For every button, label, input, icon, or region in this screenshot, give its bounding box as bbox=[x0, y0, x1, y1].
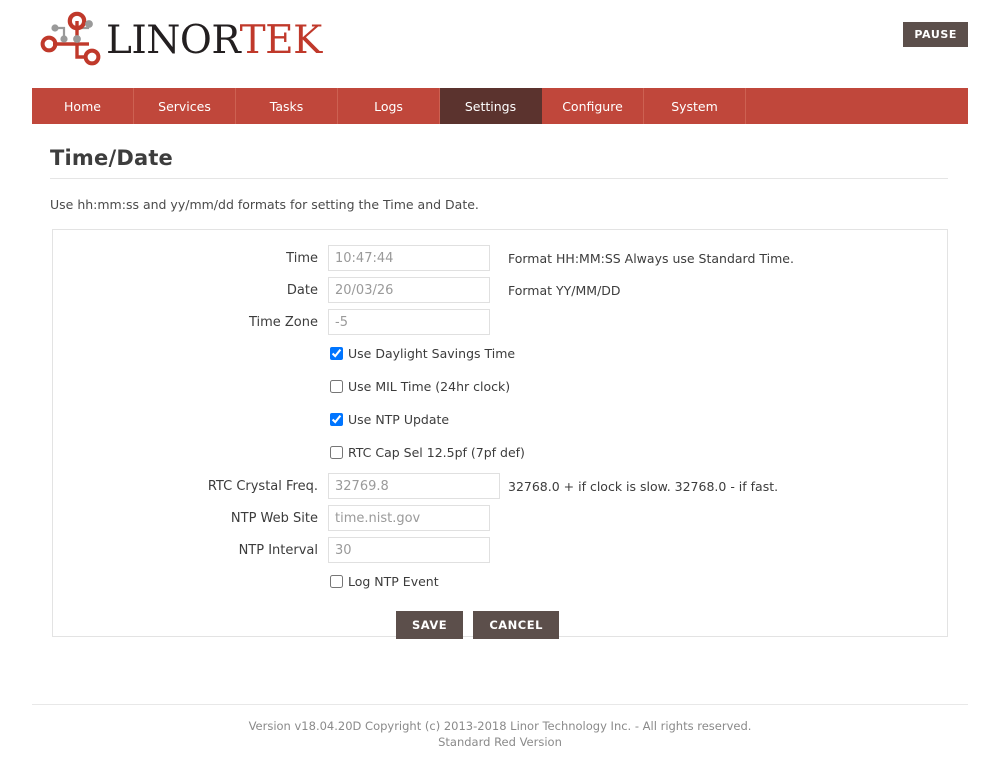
brand-logo[interactable]: LINORTEK bbox=[40, 11, 322, 69]
checkbox-cell-log-ntp: Log NTP Event bbox=[328, 566, 794, 599]
brand-wordmark-accent: TEK bbox=[239, 17, 323, 63]
mil-time-checkbox[interactable] bbox=[330, 379, 343, 393]
form-row-date: Date Format YY/MM/DD bbox=[53, 274, 794, 306]
label-spacer-dst bbox=[53, 338, 328, 371]
field-time-zone bbox=[328, 306, 500, 338]
nav-item-system[interactable]: System bbox=[644, 88, 746, 124]
ntp-update-checkbox[interactable] bbox=[330, 412, 343, 426]
footer-version: Standard Red Version bbox=[438, 734, 562, 749]
hint-ntp-web-site bbox=[500, 502, 794, 534]
hint-ntp-interval bbox=[500, 534, 794, 566]
rtc-crystal-freq-input[interactable] bbox=[328, 473, 500, 499]
label-spacer-mil bbox=[53, 371, 328, 404]
nav-filler bbox=[746, 88, 968, 124]
page-content: Time/Date Use hh:mm:ss and yy/mm/dd form… bbox=[0, 124, 984, 639]
hint-rtc-crystal-freq: 32768.0 + if clock is slow. 32768.0 - if… bbox=[508, 478, 779, 494]
nav-item-home[interactable]: Home bbox=[32, 88, 134, 124]
form-actions: SAVE CANCEL bbox=[328, 599, 794, 641]
log-ntp-event-label: Log NTP Event bbox=[348, 573, 439, 589]
nav-item-logs[interactable]: Logs bbox=[338, 88, 440, 124]
rtc-cap-sel-checkbox[interactable] bbox=[330, 445, 343, 459]
checkbox-cell-mil: Use MIL Time (24hr clock) bbox=[328, 371, 794, 404]
label-spacer-log-ntp bbox=[53, 566, 328, 599]
form-row-rtc-crystal-freq: RTC Crystal Freq. 32768.0 + if clock is … bbox=[53, 470, 794, 502]
label-ntp-web-site: NTP Web Site bbox=[230, 510, 318, 526]
field-ntp-interval bbox=[328, 534, 500, 566]
nav-item-tasks[interactable]: Tasks bbox=[236, 88, 338, 124]
field-ntp-web-site bbox=[328, 502, 500, 534]
checkbox-cell-ntp: Use NTP Update bbox=[328, 404, 794, 437]
hint-time-zone bbox=[500, 306, 794, 338]
checkbox-ntp-update[interactable]: Use NTP Update bbox=[330, 412, 449, 427]
form-row-ntp-update: Use NTP Update bbox=[53, 404, 794, 437]
page-header: LINORTEK PAUSE bbox=[0, 0, 984, 86]
nav-item-settings[interactable]: Settings bbox=[440, 88, 542, 124]
ntp-interval-input[interactable] bbox=[328, 537, 490, 563]
cancel-button[interactable]: CANCEL bbox=[473, 611, 559, 639]
label-rtc-crystal-freq: RTC Crystal Freq. bbox=[207, 478, 318, 494]
checkbox-rtc-cap-sel[interactable]: RTC Cap Sel 12.5pf (7pf def) bbox=[330, 445, 525, 460]
rtc-cap-sel-label: RTC Cap Sel 12.5pf (7pf def) bbox=[348, 444, 525, 460]
brand-wordmark: LINORTEK bbox=[106, 21, 322, 60]
form-row-log-ntp-event: Log NTP Event bbox=[53, 566, 794, 599]
time-zone-input[interactable] bbox=[328, 309, 490, 335]
brand-wordmark-primary: LINOR bbox=[106, 17, 240, 63]
form-row-time: Time Format HH:MM:SS Always use Standard… bbox=[53, 242, 794, 274]
label-time: Time bbox=[286, 250, 318, 266]
label-ntp-interval: NTP Interval bbox=[238, 542, 318, 558]
form-row-rtc-cap-sel: RTC Cap Sel 12.5pf (7pf def) bbox=[53, 437, 794, 470]
checkbox-log-ntp-event[interactable]: Log NTP Event bbox=[330, 574, 439, 589]
field-time bbox=[328, 242, 500, 274]
ntp-update-label: Use NTP Update bbox=[348, 411, 450, 427]
checkbox-cell-dst: Use Daylight Savings Time bbox=[328, 338, 794, 371]
checkbox-daylight-savings[interactable]: Use Daylight Savings Time bbox=[330, 346, 515, 361]
daylight-savings-label: Use Daylight Savings Time bbox=[348, 345, 516, 361]
time-input[interactable] bbox=[328, 245, 490, 271]
nav-item-configure[interactable]: Configure bbox=[542, 88, 644, 124]
save-button[interactable]: SAVE bbox=[396, 611, 464, 639]
time-date-form-panel: Time Format HH:MM:SS Always use Standard… bbox=[52, 229, 948, 639]
main-navigation: Home Services Tasks Logs Settings Config… bbox=[32, 88, 968, 124]
label-spacer-rtc-cap bbox=[53, 437, 328, 470]
form-row-mil-time: Use MIL Time (24hr clock) bbox=[53, 371, 794, 404]
label-spacer-ntp bbox=[53, 404, 328, 437]
label-date: Date bbox=[286, 282, 318, 298]
daylight-savings-checkbox[interactable] bbox=[330, 346, 343, 360]
form-row-ntp-web-site: NTP Web Site bbox=[53, 502, 794, 534]
form-row-dst: Use Daylight Savings Time bbox=[53, 338, 794, 371]
field-rtc-crystal-freq bbox=[328, 470, 500, 502]
circuit-nodes-icon bbox=[40, 11, 101, 66]
page-description: Use hh:mm:ss and yy/mm/dd formats for se… bbox=[50, 197, 479, 212]
time-date-form: Time Format HH:MM:SS Always use Standard… bbox=[53, 242, 794, 641]
hint-date: Format YY/MM/DD bbox=[508, 282, 621, 298]
page-footer: Version v18.04.20D Copyright (c) 2013-20… bbox=[32, 704, 968, 750]
mil-time-label: Use MIL Time (24hr clock) bbox=[348, 378, 511, 394]
footer-copyright: Version v18.04.20D Copyright (c) 2013-20… bbox=[248, 719, 752, 733]
field-date bbox=[328, 274, 500, 306]
ntp-web-site-input[interactable] bbox=[328, 505, 490, 531]
page-title: Time/Date bbox=[50, 146, 174, 170]
checkbox-mil-time[interactable]: Use MIL Time (24hr clock) bbox=[330, 379, 510, 394]
date-input[interactable] bbox=[328, 277, 490, 303]
form-row-ntp-interval: NTP Interval bbox=[53, 534, 794, 566]
pause-button[interactable]: PAUSE bbox=[903, 22, 968, 47]
checkbox-cell-rtc-cap: RTC Cap Sel 12.5pf (7pf def) bbox=[328, 437, 794, 470]
form-row-timezone: Time Zone bbox=[53, 306, 794, 338]
hint-time: Format HH:MM:SS Always use Standard Time… bbox=[508, 250, 794, 266]
nav-item-services[interactable]: Services bbox=[134, 88, 236, 124]
label-spacer-actions bbox=[53, 599, 328, 641]
label-time-zone: Time Zone bbox=[248, 314, 318, 330]
form-row-actions: SAVE CANCEL bbox=[53, 599, 794, 641]
log-ntp-event-checkbox[interactable] bbox=[330, 574, 343, 588]
